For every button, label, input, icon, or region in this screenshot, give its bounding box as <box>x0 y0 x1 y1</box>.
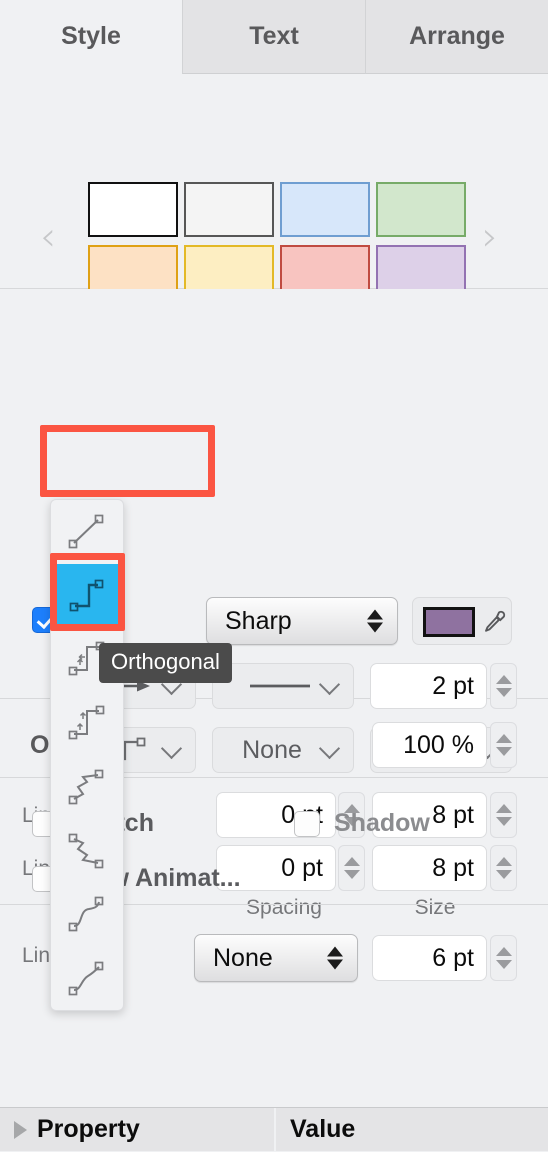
connector-menu-item-orthogonal-alt-connector[interactable] <box>51 691 123 755</box>
tab-style[interactable]: Style <box>0 0 182 74</box>
opacity-stepper[interactable] <box>490 722 517 768</box>
line-thickness-stepper[interactable] <box>490 663 517 709</box>
connector-menu-item-zigzag-down-connector[interactable] <box>51 819 123 883</box>
line-color-swatch[interactable] <box>423 607 475 637</box>
connector-shape-menu[interactable] <box>50 499 124 1011</box>
orthogonal-tooltip: Orthogonal <box>99 643 232 683</box>
chevron-down-icon <box>318 673 341 696</box>
orthogonal-connector-icon <box>69 579 104 611</box>
chevron-left-icon[interactable]: ‹ <box>40 217 66 257</box>
shadow-checkbox[interactable] <box>294 811 320 837</box>
solid-line-icon <box>250 684 310 688</box>
tab-arrange[interactable]: Arrange <box>365 0 548 74</box>
style-swatch[interactable] <box>280 182 370 237</box>
corner-style-value: Sharp <box>225 606 292 635</box>
tab-text-label: Text <box>249 22 299 50</box>
chevron-right-icon[interactable]: › <box>482 217 508 257</box>
zigzag-down-connector-icon <box>68 833 104 868</box>
disclosure-triangle-icon[interactable] <box>14 1120 27 1139</box>
straight-connector-icon <box>68 514 104 549</box>
connector-menu-item-curved-up-connector[interactable] <box>51 883 123 947</box>
eyedropper-icon[interactable] <box>481 609 507 635</box>
corner-style-popup[interactable]: Sharp <box>206 597 398 645</box>
property-table-header: Property Value <box>0 1107 548 1152</box>
property-column-header[interactable]: Property <box>0 1108 274 1151</box>
style-presets-pane: ‹ › <box>0 74 548 342</box>
value-column-label: Value <box>290 1115 356 1143</box>
curved-up-connector-icon <box>68 897 104 932</box>
shadow-label: Shadow <box>334 809 430 837</box>
value-column-header[interactable]: Value <box>276 1108 548 1151</box>
curved-s-connector-icon <box>68 961 104 996</box>
connector-menu-item-orthogonal-connector[interactable] <box>51 563 123 628</box>
line-color-control[interactable] <box>412 597 512 645</box>
updown-arrows-icon <box>327 946 343 970</box>
zigzag-up-connector-icon <box>68 769 104 805</box>
tab-text[interactable]: Text <box>182 0 365 74</box>
opacity-field[interactable]: 100 % <box>372 722 487 768</box>
line-third-value: None <box>213 943 273 972</box>
line-third-popup[interactable]: None <box>194 934 358 982</box>
connector-menu-item-straight-connector[interactable] <box>51 500 123 564</box>
style-inspector-panel: Style Text Arrange ‹ › Line Sharp <box>0 0 548 1152</box>
connector-menu-item-zigzag-up-connector[interactable] <box>51 755 123 819</box>
style-swatch[interactable] <box>88 182 178 237</box>
tab-arrange-label: Arrange <box>409 22 505 50</box>
line-stroke-preview-button[interactable] <box>212 663 354 709</box>
updown-arrows-icon <box>367 609 383 633</box>
style-swatch[interactable] <box>184 182 274 237</box>
line-third-size-field[interactable]: 6 pt <box>372 935 487 981</box>
orthogonal-alt-connector-icon <box>68 705 105 740</box>
line-third-size-stepper[interactable] <box>490 935 517 981</box>
style-swatch-grid <box>88 182 470 304</box>
property-column-label: Property <box>37 1115 140 1143</box>
inspector-tab-bar: Style Text Arrange <box>0 0 548 74</box>
style-swatch[interactable] <box>376 182 466 237</box>
tab-style-label: Style <box>61 22 121 50</box>
line-thickness-field[interactable]: 2 pt <box>370 663 487 709</box>
connector-menu-item-curved-s-connector[interactable] <box>51 946 123 1010</box>
